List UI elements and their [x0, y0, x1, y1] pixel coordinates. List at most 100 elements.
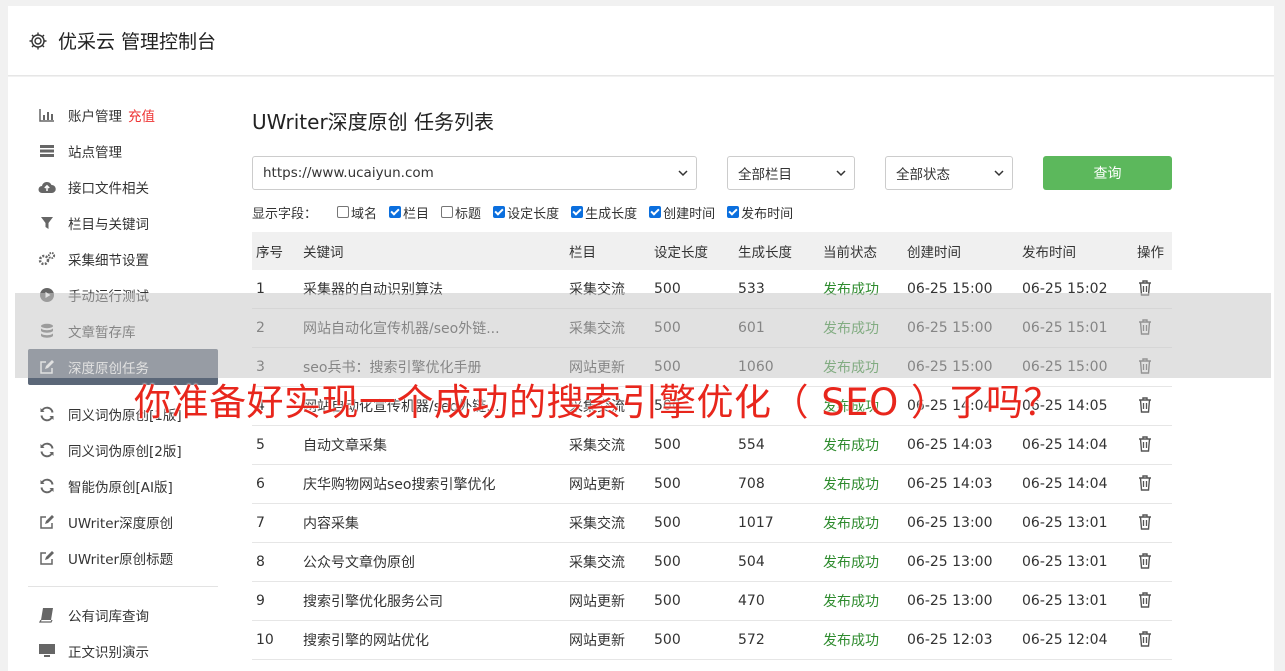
filter-bar: https://www.ucaiyun.com 全部栏目 全部状态 查询	[252, 156, 1172, 190]
table-cell: 8	[256, 554, 265, 570]
chevron-down-icon	[836, 170, 846, 177]
table-cell: 554	[738, 437, 765, 453]
table-cell: 采集交流	[569, 438, 625, 454]
top-bar: 优采云 管理控制台	[8, 6, 1274, 76]
sidebar-item-4[interactable]: 栏目与关键词	[28, 205, 218, 241]
table-cell: 庆华购物网站seo搜索引擎优化	[303, 477, 496, 493]
sidebar-item-5[interactable]: 采集细节设置	[28, 241, 218, 277]
sidebar-item-label: 同义词伪原创[2版]	[68, 444, 182, 460]
sidebar-item-3[interactable]: 接口文件相关	[28, 169, 218, 205]
table-row: 10 搜索引擎的网站优化 网站更新 500 572 发布成功 06-25 12:03 06-2…	[252, 621, 1172, 660]
edit-icon	[38, 513, 56, 531]
query-button[interactable]: 查询	[1043, 156, 1172, 190]
column-select[interactable]: 全部栏目	[727, 156, 855, 190]
sidebar-item-15[interactable]: 正文识别演示	[28, 633, 218, 669]
recharge-link[interactable]: 充值	[128, 105, 155, 125]
table-cell: 06-25 13:00	[907, 593, 993, 609]
sidebar-item-13[interactable]: UWriter原创标题	[28, 540, 218, 576]
table-cell: 采集交流	[569, 516, 625, 532]
monitor-icon	[38, 642, 56, 660]
chevron-down-icon	[994, 170, 1004, 177]
checkbox-box[interactable]	[571, 206, 584, 218]
trash-icon[interactable]	[1133, 396, 1168, 417]
sidebar-item-12[interactable]: UWriter深度原创	[28, 504, 218, 540]
table-row: 6 庆华购物网站seo搜索引擎优化 网站更新 500 708 发布成功 06-25 14:0…	[252, 465, 1172, 504]
checkbox-box[interactable]	[441, 206, 454, 218]
sidebar-divider	[28, 586, 218, 587]
page-title: UWriter深度原创 任务列表	[252, 110, 495, 134]
table-cell: 06-25 14:04	[1022, 476, 1108, 492]
sidebar-item-label: 智能伪原创[AI版]	[68, 480, 173, 496]
table-cell: 470	[738, 593, 765, 609]
sidebar-item-label: UWriter原创标题	[68, 552, 174, 568]
field-checkbox[interactable]: 栏目	[389, 203, 429, 222]
table-cell: 06-25 13:00	[907, 554, 993, 570]
table-cell: 500	[654, 593, 681, 609]
field-checkbox[interactable]: 设定长度	[493, 203, 559, 222]
table-cell: 网站更新	[569, 594, 625, 610]
table-cell: 采集交流	[569, 555, 625, 571]
checkbox-label: 创建时间	[663, 206, 716, 222]
site-select[interactable]: https://www.ucaiyun.com	[252, 156, 697, 190]
trash-icon[interactable]	[1133, 552, 1168, 573]
checkbox-label: 发布时间	[741, 206, 794, 222]
checkbox-box[interactable]	[727, 206, 740, 218]
table-cell: 500	[654, 437, 681, 453]
banner-overlay	[15, 293, 1271, 378]
checkbox-label: 栏目	[403, 206, 430, 222]
column-header: 生成长度	[738, 245, 792, 261]
banner-headline: 你准备好实现一个成功的搜索引擎优化（ SEO ）了吗？	[134, 381, 1062, 424]
table-cell: 572	[738, 632, 765, 648]
bar-chart-icon	[38, 106, 56, 124]
column-select-value: 全部栏目	[738, 167, 792, 183]
checkbox-box[interactable]	[389, 206, 402, 218]
site-select-value: https://www.ucaiyun.com	[263, 165, 434, 181]
status-select[interactable]: 全部状态	[885, 156, 1013, 190]
table-row: 8 公众号文章伪原创 采集交流 500 504 发布成功 06-25 13:00 06-25 …	[252, 543, 1172, 582]
table-cell: 发布成功	[823, 438, 879, 454]
table-cell: 发布成功	[823, 516, 879, 532]
checkbox-box[interactable]	[337, 206, 350, 218]
table-cell: 06-25 13:01	[1022, 554, 1108, 570]
chevron-down-icon	[678, 170, 688, 177]
sidebar-item-label: 采集细节设置	[68, 253, 149, 269]
field-checkbox[interactable]: 发布时间	[727, 203, 793, 222]
table-cell: 708	[738, 476, 765, 492]
column-header: 关键词	[303, 245, 344, 261]
table-cell: 公众号文章伪原创	[303, 555, 415, 571]
sidebar-item-11[interactable]: 智能伪原创[AI版]	[28, 468, 218, 504]
filter-icon	[38, 214, 56, 232]
checkbox-box[interactable]	[649, 206, 662, 218]
field-checkbox[interactable]: 创建时间	[649, 203, 715, 222]
column-header: 发布时间	[1022, 245, 1076, 261]
book-icon	[38, 606, 56, 624]
column-header: 栏目	[569, 245, 596, 261]
checkbox-label: 标题	[455, 206, 482, 222]
sidebar-item-label: 接口文件相关	[68, 181, 149, 197]
field-checkbox[interactable]: 域名	[337, 203, 377, 222]
sidebar-item-1[interactable]: 账户管理 充值	[28, 97, 218, 133]
table-cell: 500	[654, 515, 681, 531]
sidebar-item-label: 栏目与关键词	[68, 217, 149, 233]
table-cell: 500	[654, 476, 681, 492]
sidebar-item-14[interactable]: 公有词库查询	[28, 597, 218, 633]
server-icon	[38, 142, 56, 160]
table-cell: 06-25 13:01	[1022, 515, 1108, 531]
table-cell: 发布成功	[823, 555, 879, 571]
field-checkbox[interactable]: 生成长度	[571, 203, 637, 222]
sidebar-item-10[interactable]: 同义词伪原创[2版]	[28, 432, 218, 468]
checkbox-box[interactable]	[493, 206, 506, 218]
trash-icon[interactable]	[1133, 474, 1168, 495]
sidebar-item-2[interactable]: 站点管理	[28, 133, 218, 169]
field-checkbox[interactable]: 标题	[441, 203, 481, 222]
table-cell: 7	[256, 515, 265, 531]
trash-icon[interactable]	[1133, 630, 1168, 651]
trash-icon[interactable]	[1133, 435, 1168, 456]
checkbox-label: 域名	[351, 206, 378, 222]
table-cell: 06-25 14:04	[1022, 437, 1108, 453]
checkbox-label: 设定长度	[507, 206, 560, 222]
display-fields: 显示字段： 域名 栏目 标题 设定长度 生成长度 创建时间 发布时间	[252, 203, 805, 222]
trash-icon[interactable]	[1133, 591, 1168, 612]
trash-icon[interactable]	[1133, 513, 1168, 534]
gears-icon	[38, 250, 56, 268]
